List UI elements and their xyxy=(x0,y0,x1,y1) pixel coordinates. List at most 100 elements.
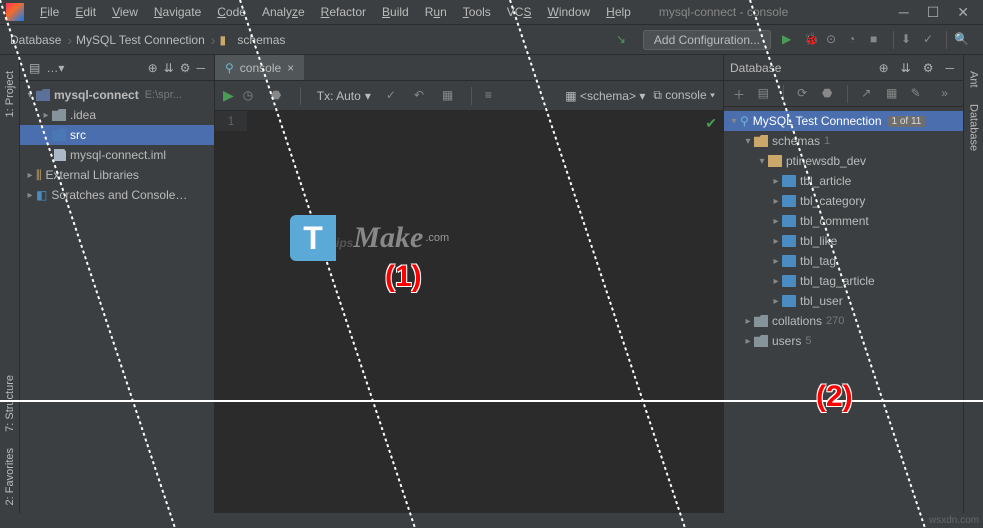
tab-label: console xyxy=(240,61,281,75)
breadcrumb-item[interactable]: ▮ schemas xyxy=(219,33,285,47)
menu-navigate[interactable]: Navigate xyxy=(146,2,209,22)
minimize-button[interactable]: ─ xyxy=(899,4,909,21)
menu-run[interactable]: Run xyxy=(417,2,455,22)
execute-icon[interactable]: ▶ xyxy=(223,87,234,104)
menu-window[interactable]: Window xyxy=(539,2,598,22)
schema-selector[interactable]: ▦ <schema> ▾ xyxy=(565,89,645,103)
collapse-icon[interactable]: ⇊ xyxy=(901,61,911,75)
right-tool-strip: Ant Database xyxy=(963,55,983,513)
db-table[interactable]: tbl_article xyxy=(800,174,851,188)
menu-help[interactable]: Help xyxy=(598,2,639,22)
collapse-icon[interactable]: ⇊ xyxy=(164,61,174,75)
project-dropdown-icon[interactable]: …▾ xyxy=(46,61,64,75)
editor-toolbar: ▶ ◷ ⬣ Tx: Auto ▾ ✓ ↶ ▦ ≡ ▦ <schema> ▾ ⧉ … xyxy=(215,81,723,111)
history-icon[interactable]: ◷ xyxy=(243,88,259,104)
run-icon[interactable]: ▶ xyxy=(782,32,798,48)
debug-icon[interactable]: 🐞 xyxy=(804,32,820,48)
refresh-icon[interactable]: ⟳ xyxy=(797,86,810,102)
tree-item[interactable]: External Libraries xyxy=(46,168,139,182)
maximize-button[interactable]: ☐ xyxy=(927,4,940,21)
close-icon[interactable]: × xyxy=(287,61,294,75)
badge: 1 of 11 xyxy=(888,116,926,127)
db-schema[interactable]: ptinewsdb_dev xyxy=(786,154,866,168)
menu-code[interactable]: Code xyxy=(209,2,254,22)
build-icon[interactable]: ↘ xyxy=(616,32,632,48)
tree-item[interactable]: Scratches and Console… xyxy=(51,188,187,202)
settings-icon[interactable]: ≡ xyxy=(485,88,501,104)
window-title: mysql-connect - console xyxy=(659,5,788,19)
source-label: wsxdn.com xyxy=(929,515,979,526)
console-selector[interactable]: ⧉ console ▾ xyxy=(653,88,715,103)
tool-tab-favorites[interactable]: 2: Favorites xyxy=(2,440,18,513)
menu-tools[interactable]: Tools xyxy=(455,2,499,22)
db-table[interactable]: tbl_user xyxy=(800,294,843,308)
tx-mode-selector[interactable]: Tx: Auto ▾ xyxy=(317,89,371,103)
menu-file[interactable]: File xyxy=(32,2,67,22)
breadcrumb-item[interactable]: MySQL Test Connection xyxy=(76,33,205,47)
db-connection[interactable]: MySQL Test Connection xyxy=(753,114,882,128)
menu-view[interactable]: View xyxy=(104,2,146,22)
vcs-update-icon[interactable]: ⬇ xyxy=(901,32,917,48)
database-pane: Database ⊕ ⇊ ⚙ ─ ＋ ▤ ⟳ ⬣ ↗ ▦ ✎ » ▾⚲MySQL… xyxy=(723,55,963,513)
add-configuration-button[interactable]: Add Configuration... xyxy=(643,30,771,50)
locate-icon[interactable]: ⊕ xyxy=(879,61,889,75)
db-table[interactable]: tbl_like xyxy=(800,234,837,248)
search-icon[interactable]: 🔍 xyxy=(954,32,970,48)
edit-icon[interactable]: ✎ xyxy=(911,86,924,102)
menu-edit[interactable]: Edit xyxy=(67,2,104,22)
commit-icon[interactable]: ✓ xyxy=(386,88,402,104)
gear-icon[interactable]: ⚙ xyxy=(180,61,191,75)
db-table[interactable]: tbl_tag_article xyxy=(800,274,875,288)
rollback-icon[interactable]: ↶ xyxy=(414,88,430,104)
database-tree[interactable]: ▾⚲MySQL Test Connection1 of 11 ▾schemas1… xyxy=(724,107,963,513)
close-button[interactable]: ✕ xyxy=(957,4,969,21)
editor-tab[interactable]: ⚲ console × xyxy=(215,55,304,80)
profile-icon[interactable]: ◔ xyxy=(848,32,864,48)
breadcrumb-item[interactable]: Database xyxy=(10,33,61,47)
filter-icon[interactable]: ▤ xyxy=(758,86,771,102)
tool-tab-structure[interactable]: 7: Structure xyxy=(2,367,18,440)
menu-analyze[interactable]: Analyze xyxy=(254,2,313,22)
menu-bar: File Edit View Navigate Code Analyze Ref… xyxy=(0,0,983,25)
db-users[interactable]: users xyxy=(772,334,801,348)
db-schemas-folder[interactable]: schemas xyxy=(772,134,820,148)
explain-icon[interactable]: ▦ xyxy=(442,88,458,104)
db-table[interactable]: tbl_category xyxy=(800,194,865,208)
vcs-commit-icon[interactable]: ✓ xyxy=(923,32,939,48)
project-pane-header: ▤ …▾ ⊕ ⇊ ⚙ ─ xyxy=(20,55,214,81)
stop-icon[interactable]: ⬣ xyxy=(271,88,287,104)
db-table[interactable]: tbl_comment xyxy=(800,214,869,228)
menu-refactor[interactable]: Refactor xyxy=(313,2,374,22)
coverage-icon[interactable]: ⊙ xyxy=(826,32,842,48)
inspection-ok-icon[interactable]: ✔ xyxy=(705,115,717,132)
hide-icon[interactable]: ─ xyxy=(196,61,205,75)
tool-tab-project[interactable]: 1: Project xyxy=(2,63,18,125)
annotation-divider xyxy=(0,400,983,402)
hide-icon[interactable]: ─ xyxy=(945,61,954,75)
tool-tab-ant[interactable]: Ant xyxy=(966,63,982,96)
tool-tab-database[interactable]: Database xyxy=(966,96,982,159)
tree-item[interactable]: mysql-connect.iml xyxy=(70,148,166,162)
project-root[interactable]: mysql-connect xyxy=(54,88,139,102)
menu-vcs[interactable]: VCS xyxy=(499,2,540,22)
db-table[interactable]: tbl_tag xyxy=(800,254,836,268)
jump-icon[interactable]: ↗ xyxy=(861,86,874,102)
locate-icon[interactable]: ⊕ xyxy=(148,61,158,75)
project-tree[interactable]: ▾mysql-connectE:\spr... ▸.idea src mysql… xyxy=(20,81,214,209)
stop-icon[interactable]: ⬣ xyxy=(822,86,835,102)
project-path: E:\spr... xyxy=(145,89,182,101)
gear-icon[interactable]: ⚙ xyxy=(923,61,934,75)
editor-area: ⚲ console × ▶ ◷ ⬣ Tx: Auto ▾ ✓ ↶ ▦ ≡ ▦ <… xyxy=(215,55,723,513)
menu-build[interactable]: Build xyxy=(374,2,417,22)
stop-icon[interactable]: ■ xyxy=(870,32,886,48)
database-toolbar: ＋ ▤ ⟳ ⬣ ↗ ▦ ✎ » xyxy=(724,81,963,107)
line-number: 1 xyxy=(215,111,247,131)
tree-item[interactable]: src xyxy=(70,128,86,142)
more-icon[interactable]: » xyxy=(941,86,954,102)
tree-item[interactable]: .idea xyxy=(70,108,96,122)
db-collations[interactable]: collations xyxy=(772,314,822,328)
project-pane: ▤ …▾ ⊕ ⇊ ⚙ ─ ▾mysql-connectE:\spr... ▸.i… xyxy=(20,55,215,513)
add-icon[interactable]: ＋ xyxy=(733,86,746,102)
table-icon[interactable]: ▦ xyxy=(886,86,899,102)
project-view-icon[interactable]: ▤ xyxy=(29,61,40,75)
